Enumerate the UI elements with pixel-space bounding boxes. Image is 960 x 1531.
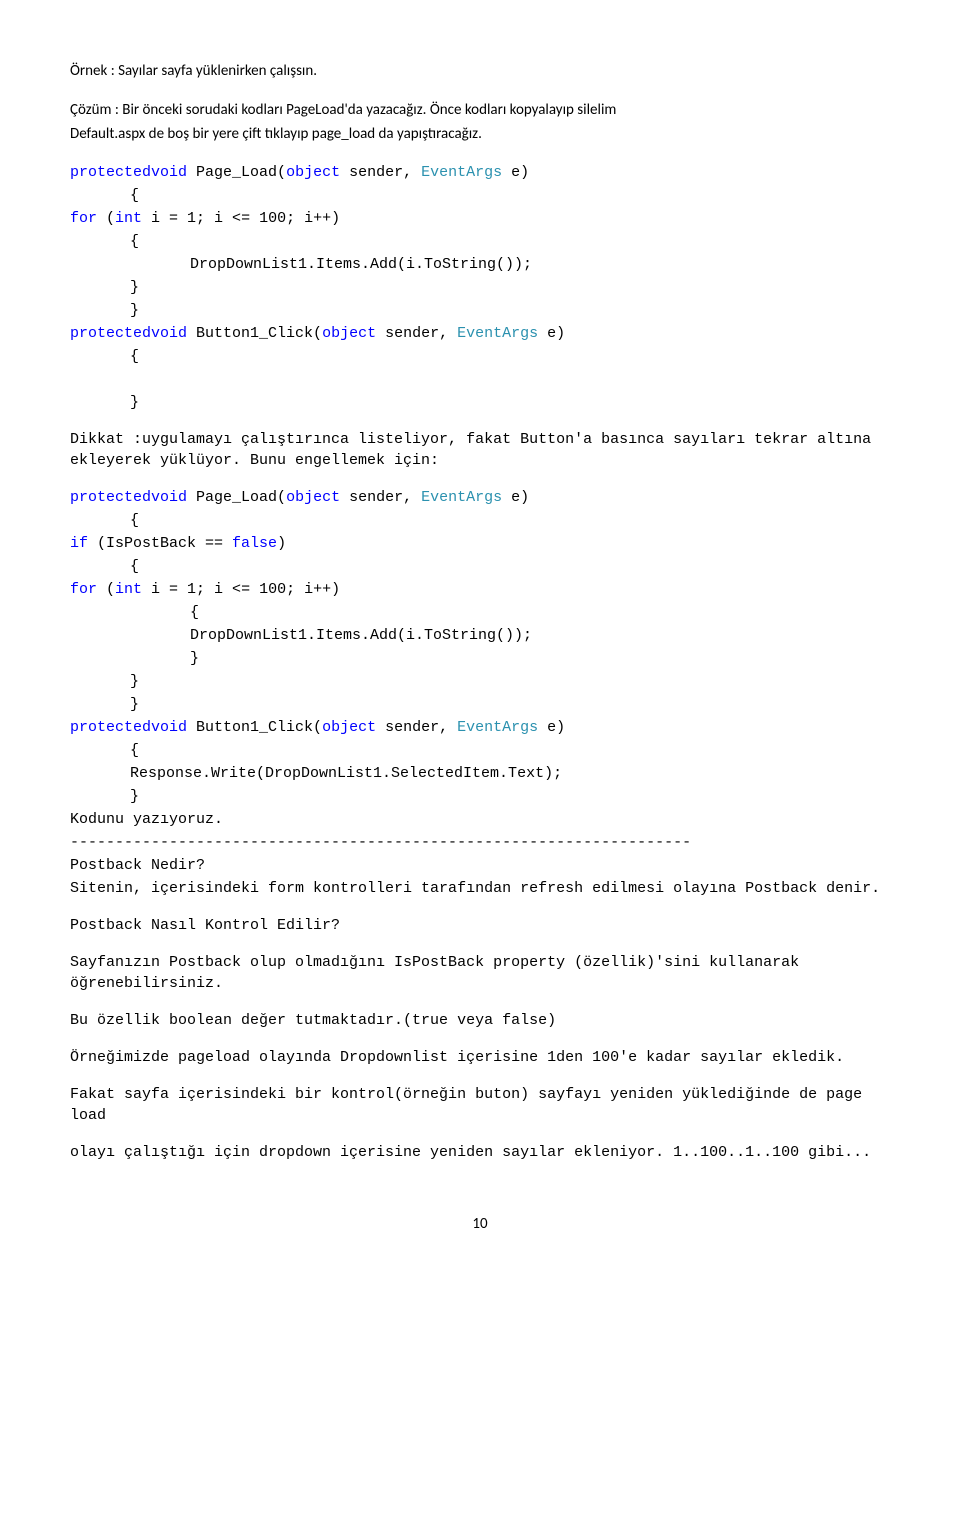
code-line: DropDownList1.Items.Add(i.ToString());: [70, 254, 890, 275]
code-line: {: [70, 602, 890, 623]
code-line: protectedvoid Button1_Click(object sende…: [70, 323, 890, 344]
postback-a5: Fakat sayfa içerisindeki bir kontrol(örn…: [70, 1084, 890, 1126]
postback-q2: Postback Nasıl Kontrol Edilir?: [70, 915, 890, 936]
code-line: {: [70, 231, 890, 252]
code-line: for (int i = 1; i <= 100; i++): [70, 208, 890, 229]
code-line: protectedvoid Page_Load(object sender, E…: [70, 487, 890, 508]
document-body: Örnek : Sayılar sayfa yüklenirken çalışs…: [70, 60, 890, 1235]
code-block-1: protectedvoid Page_Load(object sender, E…: [70, 162, 890, 413]
postback-q1: Postback Nedir?: [70, 855, 890, 876]
heading-solution-line1: Çözüm : Bir önceki sorudaki kodları Page…: [70, 99, 890, 122]
postback-a3: Bu özellik boolean değer tutmaktadır.(tr…: [70, 1010, 890, 1031]
code-line: {: [70, 510, 890, 531]
code-line: {: [70, 740, 890, 761]
code-line: }: [70, 648, 890, 669]
postback-a2: Sayfanızın Postback olup olmadığını IsPo…: [70, 952, 890, 994]
code-line: {: [70, 185, 890, 206]
heading-solution-line2: Default.aspx de boş bir yere çift tıklay…: [70, 123, 890, 146]
page-number: 10: [70, 1213, 890, 1236]
code-line: }: [70, 300, 890, 321]
code-line: DropDownList1.Items.Add(i.ToString());: [70, 625, 890, 646]
code-block-2: protectedvoid Page_Load(object sender, E…: [70, 487, 890, 853]
separator-line: ----------------------------------------…: [70, 832, 890, 853]
code-line: protectedvoid Page_Load(object sender, E…: [70, 162, 890, 183]
postback-a1: Sitenin, içerisindeki form kontrolleri t…: [70, 878, 890, 899]
code-line: Kodunu yazıyoruz.: [70, 809, 890, 830]
code-line: }: [70, 786, 890, 807]
postback-section: Postback Nedir? Sitenin, içerisindeki fo…: [70, 855, 890, 1163]
code-line: {: [70, 556, 890, 577]
code-line: Response.Write(DropDownList1.SelectedIte…: [70, 763, 890, 784]
code-line: }: [70, 277, 890, 298]
code-line: }: [70, 694, 890, 715]
code-line: protectedvoid Button1_Click(object sende…: [70, 717, 890, 738]
heading-example: Örnek : Sayılar sayfa yüklenirken çalışs…: [70, 60, 890, 83]
code-line: if (IsPostBack == false): [70, 533, 890, 554]
postback-a4: Örneğimizde pageload olayında Dropdownli…: [70, 1047, 890, 1068]
postback-a6: olayı çalıştığı için dropdown içerisine …: [70, 1142, 890, 1163]
note-dikkat: Dikkat :uygulamayı çalıştırınca listeliy…: [70, 429, 890, 471]
code-line: {: [70, 346, 890, 367]
code-line: }: [70, 392, 890, 413]
code-line: for (int i = 1; i <= 100; i++): [70, 579, 890, 600]
code-line: }: [70, 671, 890, 692]
